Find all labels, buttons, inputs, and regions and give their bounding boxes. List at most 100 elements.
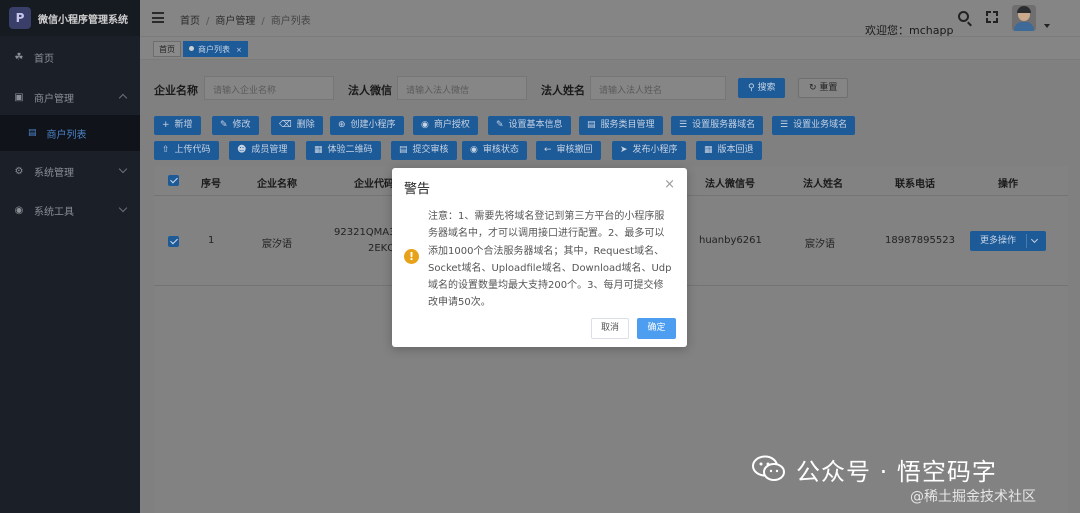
avatar[interactable] (1012, 5, 1036, 31)
sidebar-item-system[interactable]: ⚙ 系统管理 (0, 153, 140, 189)
edit-button[interactable]: ✎ 修改 (212, 116, 259, 135)
cell-phone: 18987895523 (885, 235, 955, 246)
dialog-title: 警告 (404, 182, 431, 197)
company-label: 企业名称 (154, 84, 198, 97)
col-legal-name: 法人姓名 (803, 179, 843, 190)
dashboard-icon: ☘ (14, 51, 24, 63)
confirm-button[interactable]: 确定 (637, 318, 676, 339)
merchant-auth-button[interactable]: ◉ 商户授权 (413, 116, 478, 135)
create-miniprogram-button[interactable]: ⊕ 创建小程序 (330, 116, 404, 135)
trash-icon: ⌫ (279, 120, 292, 130)
list-icon: ☰ (780, 120, 789, 130)
reset-button[interactable]: ↻ 重置 (798, 78, 849, 98)
tag-home[interactable]: 首页 (153, 41, 181, 57)
caret-down-icon[interactable] (1044, 24, 1050, 28)
list-icon: ▤ (28, 128, 37, 138)
chevron-down-icon[interactable] (1030, 235, 1039, 244)
edit-icon: ✎ (220, 120, 228, 130)
chevron-down-icon (118, 203, 128, 213)
sidebar-item-label: 系统管理 (34, 167, 74, 179)
experience-qrcode-button[interactable]: ▦ 体验二维码 (306, 141, 381, 160)
warning-icon: ! (404, 249, 419, 264)
fullscreen-icon[interactable] (986, 11, 998, 23)
row-checkbox[interactable] (168, 236, 179, 247)
legal-wechat-label: 法人微信 (348, 84, 392, 97)
send-icon: ➤ (620, 145, 628, 155)
arrow-left-icon: ← (544, 145, 552, 155)
sidebar-item-label: 系统工具 (34, 206, 74, 218)
upload-icon: ⇧ (162, 145, 170, 155)
set-server-domain-button[interactable]: ☰ 设置服务器域名 (671, 116, 764, 135)
service-category-button[interactable]: ▤ 服务类目管理 (579, 116, 663, 135)
set-basic-info-button[interactable]: ✎ 设置基本信息 (488, 116, 571, 135)
audit-status-button[interactable]: ◉ 审核状态 (462, 141, 527, 160)
top-header: 首页 / 商户管理 / 商户列表 欢迎您：mchapp (140, 0, 1080, 37)
qrcode-icon: ▦ (314, 145, 323, 155)
sidebar-item-home[interactable]: ☘ 首页 (0, 39, 140, 75)
add-button[interactable]: + 新增 (154, 116, 201, 135)
tag-merchant-list[interactable]: 商户列表 × (183, 41, 248, 57)
search-icon[interactable] (958, 11, 969, 22)
sidebar: P 微信小程序管理系统 ☘ 首页 ▣ 商户管理 ▤ 商户列表 ⚙ 系统管理 ◉ … (0, 0, 140, 513)
col-code: 企业代码 (354, 179, 394, 190)
target-icon: ◉ (421, 120, 429, 130)
grid-icon: ▦ (704, 145, 713, 155)
warning-dialog: 警告 × ! 注意：1、需要先将域名登记到第三方平台的小程序服务器域名中，才可以… (392, 168, 687, 347)
dot-icon (189, 46, 194, 51)
delete-button[interactable]: ⌫ 删除 (271, 116, 323, 135)
check-circle-icon: ◉ (470, 145, 478, 155)
set-business-domain-button[interactable]: ☰ 设置业务域名 (772, 116, 856, 135)
select-all-checkbox[interactable] (168, 175, 179, 186)
app-title: 微信小程序管理系统 (38, 14, 128, 26)
version-rollback-button[interactable]: ▦ 版本回退 (696, 141, 762, 160)
company-input[interactable]: 请输入企业名称 (204, 76, 334, 100)
watermark-gzh: 公众号 · 悟空码字 (796, 458, 997, 486)
tools-icon: ◉ (14, 204, 24, 216)
breadcrumb-merchant[interactable]: 商户管理 (215, 16, 255, 27)
list-icon: ☰ (679, 120, 688, 130)
cell-company: 宸汐语 (262, 239, 292, 250)
col-phone: 联系电话 (895, 179, 935, 190)
chevron-up-icon (118, 93, 128, 103)
publish-miniprogram-button[interactable]: ➤ 发布小程序 (612, 141, 686, 160)
edit-icon: ✎ (496, 120, 504, 130)
close-icon[interactable]: × (236, 46, 242, 54)
plus-icon: + (162, 120, 170, 130)
wechat-icon (752, 455, 785, 481)
submit-audit-button[interactable]: ▤ 提交审核 (391, 141, 457, 160)
cancel-button[interactable]: 取消 (591, 318, 629, 339)
more-actions-button[interactable]: 更多操作 (970, 231, 1046, 251)
monitor-icon: ▣ (14, 91, 24, 103)
cell-index: 1 (208, 235, 215, 246)
user-icon: ☻ (237, 145, 247, 155)
legal-wechat-input[interactable]: 请输入法人微信 (397, 76, 527, 100)
search-button[interactable]: ⚲ 搜索 (738, 78, 786, 98)
hamburger-icon[interactable] (152, 12, 164, 23)
sidebar-item-tools[interactable]: ◉ 系统工具 (0, 192, 140, 228)
col-wechat: 法人微信号 (705, 179, 755, 190)
chevron-down-icon (118, 164, 128, 174)
gear-icon: ⚙ (14, 165, 24, 177)
sidebar-item-label: 商户管理 (34, 93, 74, 105)
app-logo[interactable]: P 微信小程序管理系统 (0, 0, 140, 36)
refresh-icon: ↻ (809, 83, 820, 93)
doc-icon: ▤ (399, 145, 408, 155)
audit-withdraw-button[interactable]: ← 审核撤回 (536, 141, 601, 160)
close-icon[interactable]: × (664, 177, 675, 192)
legal-name-label: 法人姓名 (541, 84, 585, 97)
member-manage-button[interactable]: ☻ 成员管理 (229, 141, 296, 160)
col-company: 企业名称 (257, 179, 297, 190)
breadcrumb-home[interactable]: 首页 (180, 16, 200, 27)
legal-name-input[interactable]: 请输入法人姓名 (590, 76, 726, 100)
cell-legal-name: 宸汐语 (805, 239, 835, 250)
sidebar-item-merchant-list[interactable]: ▤ 商户列表 (0, 115, 140, 151)
sidebar-item-label: 首页 (34, 53, 54, 65)
watermark-juejin: @稀土掘金技术社区 (910, 489, 1036, 505)
tags-view: 首页 商户列表 × (140, 36, 1080, 60)
sidebar-item-merchant[interactable]: ▣ 商户管理 (0, 79, 140, 115)
col-action: 操作 (998, 179, 1018, 190)
cell-wechat: huanby6261 (699, 235, 762, 246)
doc-icon: ▤ (587, 120, 596, 130)
breadcrumb-current: 商户列表 (270, 16, 311, 27)
upload-code-button[interactable]: ⇧ 上传代码 (154, 141, 219, 160)
